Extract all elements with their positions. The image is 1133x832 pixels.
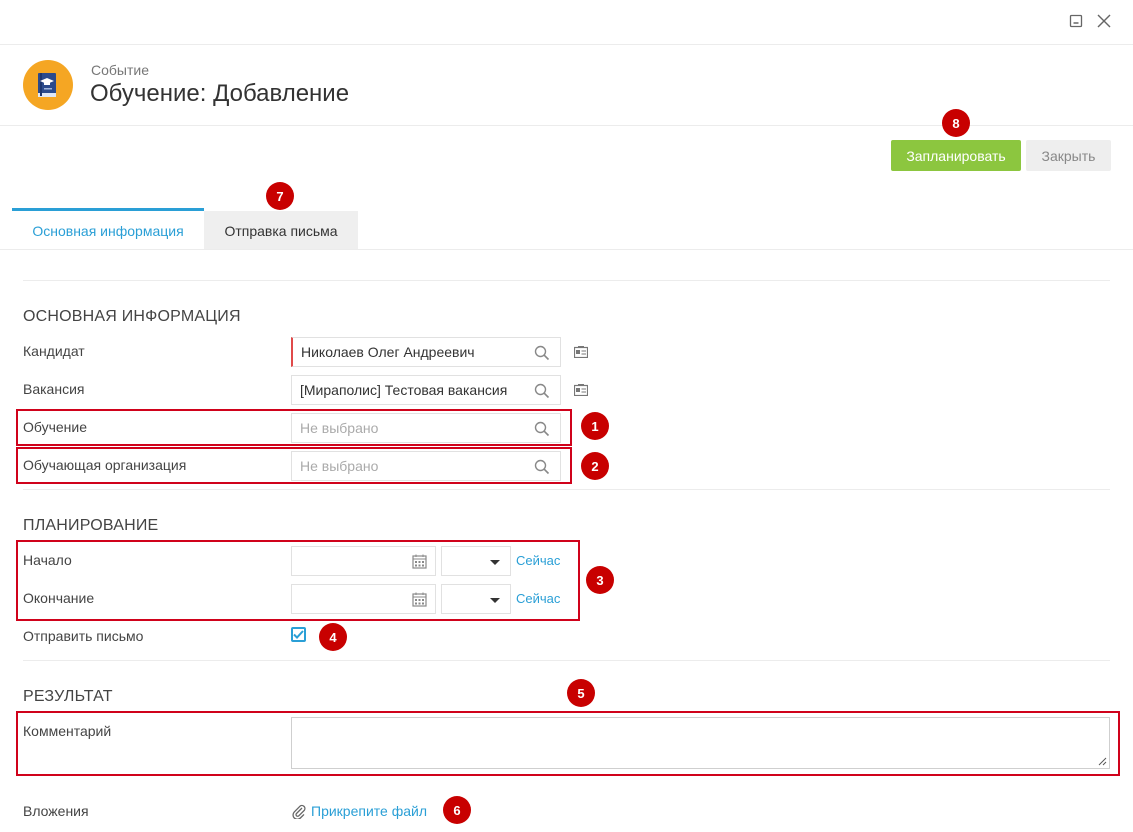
page-title: Обучение: Добавление — [90, 80, 350, 107]
annotation-badge: 4 — [319, 623, 347, 651]
checkmark-icon — [293, 630, 304, 639]
section-title-result: РЕЗУЛЬТАТ — [23, 688, 113, 705]
schedule-button[interactable]: Запланировать — [891, 140, 1021, 171]
annotation-badge: 1 — [581, 412, 609, 440]
section-title-basic-info: ОСНОВНАЯ ИНФОРМАЦИЯ — [23, 308, 241, 325]
annotation-badge: 5 — [567, 679, 595, 707]
candidate-field[interactable]: Николаев Олег Андреевич — [291, 337, 561, 367]
tabs-divider — [0, 249, 1133, 250]
page-subtitle: Событие — [91, 62, 149, 78]
header-divider — [0, 44, 1133, 45]
book-graduation-icon — [23, 60, 73, 110]
annotation-badge: 7 — [266, 182, 294, 210]
profile-card-icon[interactable] — [574, 384, 588, 396]
vacancy-field[interactable]: [Мираполис] Тестовая вакансия — [291, 375, 561, 405]
send-letter-checkbox[interactable] — [291, 627, 306, 642]
candidate-value: Николаев Олег Андреевич — [301, 344, 475, 360]
section-title-planning: ПЛАНИРОВАНИЕ — [23, 517, 159, 534]
profile-card-icon[interactable] — [574, 346, 588, 358]
annotation-badge: 6 — [443, 796, 471, 824]
section-divider — [23, 660, 1110, 661]
candidate-label: Кандидат — [23, 343, 85, 359]
highlight-training — [16, 409, 572, 446]
search-icon[interactable] — [534, 345, 550, 361]
vacancy-label: Вакансия — [23, 381, 85, 397]
attach-file-link[interactable]: Прикрепите файл — [311, 803, 427, 819]
minimize-icon[interactable] — [1067, 12, 1085, 30]
form-top-divider — [23, 280, 1110, 281]
annotation-badge: 8 — [942, 109, 970, 137]
annotation-badge: 3 — [586, 566, 614, 594]
tab-basic-info[interactable]: Основная информация — [12, 208, 204, 250]
close-icon[interactable] — [1095, 12, 1113, 30]
annotation-badge: 2 — [581, 452, 609, 480]
attachments-label: Вложения — [23, 803, 89, 819]
vacancy-value: [Мираполис] Тестовая вакансия — [300, 382, 508, 398]
highlight-comment — [16, 711, 1120, 776]
tab-send-letter[interactable]: Отправка письма — [204, 211, 358, 250]
section-divider — [23, 489, 1110, 490]
highlight-planning — [16, 540, 580, 621]
search-icon[interactable] — [534, 383, 550, 399]
paperclip-icon — [292, 804, 306, 819]
send-letter-label: Отправить письмо — [23, 628, 144, 644]
close-button[interactable]: Закрыть — [1026, 140, 1111, 171]
highlight-training-org — [16, 447, 572, 484]
